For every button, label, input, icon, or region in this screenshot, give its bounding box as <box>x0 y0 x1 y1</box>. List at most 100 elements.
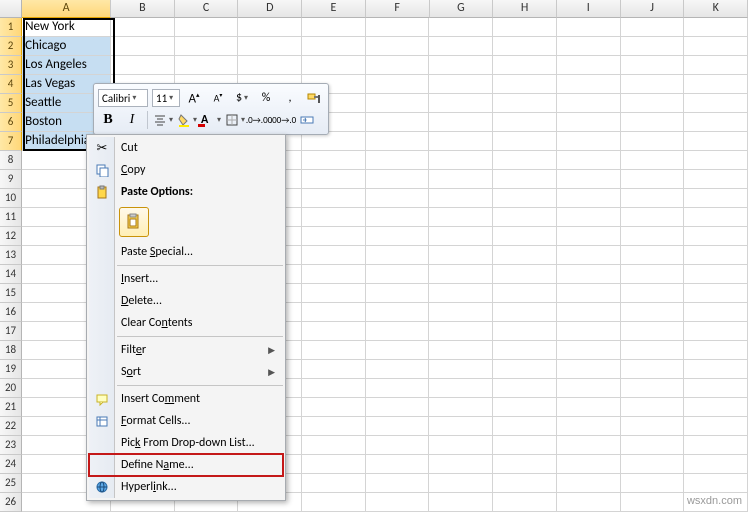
cell[interactable] <box>429 113 493 132</box>
cell[interactable] <box>621 227 685 246</box>
cell[interactable] <box>684 37 748 56</box>
cell[interactable] <box>493 455 557 474</box>
cell[interactable] <box>429 208 493 227</box>
cell[interactable] <box>429 170 493 189</box>
cell[interactable] <box>493 189 557 208</box>
cell[interactable] <box>621 455 685 474</box>
comma-button[interactable]: , <box>280 88 300 108</box>
menu-hyperlink[interactable]: Hyperlink... <box>89 476 283 498</box>
cell[interactable] <box>302 246 366 265</box>
cell[interactable] <box>366 37 430 56</box>
menu-pick-from-list[interactable]: Pick From Drop-down List... <box>89 432 283 454</box>
cell[interactable] <box>557 284 621 303</box>
cell[interactable] <box>493 493 557 512</box>
cell[interactable] <box>557 398 621 417</box>
cell[interactable] <box>621 246 685 265</box>
cell[interactable] <box>366 417 430 436</box>
cell[interactable] <box>557 132 621 151</box>
cell[interactable] <box>429 322 493 341</box>
cell[interactable] <box>621 322 685 341</box>
cell[interactable] <box>366 246 430 265</box>
cell[interactable] <box>429 360 493 379</box>
select-all-corner[interactable] <box>0 0 22 18</box>
fill-color-button[interactable]: ▾ <box>177 110 197 130</box>
cell[interactable] <box>684 170 748 189</box>
menu-define-name[interactable]: Define Name... <box>89 454 283 476</box>
row-header[interactable]: 1 <box>0 18 22 37</box>
cell[interactable] <box>302 37 366 56</box>
row-header[interactable]: 10 <box>0 189 22 208</box>
cell[interactable] <box>429 417 493 436</box>
row-header[interactable]: 11 <box>0 208 22 227</box>
cell[interactable] <box>302 436 366 455</box>
cell[interactable] <box>621 284 685 303</box>
row-header[interactable]: 18 <box>0 341 22 360</box>
cell[interactable] <box>429 151 493 170</box>
cell[interactable] <box>429 94 493 113</box>
cell[interactable] <box>621 360 685 379</box>
cell[interactable] <box>302 341 366 360</box>
cell[interactable] <box>557 75 621 94</box>
cell[interactable] <box>238 37 302 56</box>
row-header[interactable]: 3 <box>0 56 22 75</box>
row-header[interactable]: 12 <box>0 227 22 246</box>
cell[interactable] <box>238 18 302 37</box>
cell[interactable] <box>429 265 493 284</box>
cell[interactable] <box>621 474 685 493</box>
cell[interactable] <box>557 56 621 75</box>
cell[interactable] <box>429 341 493 360</box>
cell[interactable] <box>429 56 493 75</box>
row-header[interactable]: 8 <box>0 151 22 170</box>
cell[interactable] <box>302 189 366 208</box>
cell[interactable] <box>366 113 430 132</box>
cell[interactable]: Chicago <box>22 37 111 56</box>
cell[interactable] <box>238 56 302 75</box>
cell[interactable] <box>684 113 748 132</box>
cell[interactable] <box>111 56 175 75</box>
cell[interactable] <box>429 284 493 303</box>
cell[interactable] <box>557 360 621 379</box>
menu-copy[interactable]: CCopyopy <box>89 159 283 181</box>
cell[interactable] <box>493 246 557 265</box>
cell[interactable] <box>493 360 557 379</box>
cell[interactable] <box>366 132 430 151</box>
cell[interactable] <box>684 417 748 436</box>
cell[interactable] <box>302 265 366 284</box>
cell[interactable] <box>557 379 621 398</box>
cell[interactable] <box>621 170 685 189</box>
cell[interactable] <box>111 37 175 56</box>
cell[interactable]: Los Angeles <box>22 56 111 75</box>
menu-format-cells[interactable]: Format Cells... <box>89 410 283 432</box>
cell[interactable] <box>493 265 557 284</box>
cell[interactable] <box>684 246 748 265</box>
cell[interactable] <box>557 151 621 170</box>
cell[interactable] <box>175 37 239 56</box>
cell[interactable] <box>684 151 748 170</box>
menu-clear-contents[interactable]: Clear Contents <box>89 312 283 334</box>
cell[interactable] <box>557 455 621 474</box>
cell[interactable] <box>557 37 621 56</box>
col-header-j[interactable]: J <box>621 0 685 18</box>
cell[interactable] <box>366 322 430 341</box>
row-header[interactable]: 4 <box>0 75 22 94</box>
cell[interactable] <box>684 94 748 113</box>
col-header-k[interactable]: K <box>684 0 748 18</box>
cell[interactable] <box>429 493 493 512</box>
cell[interactable] <box>684 189 748 208</box>
cell[interactable] <box>684 436 748 455</box>
cell[interactable] <box>621 37 685 56</box>
col-header-c[interactable]: C <box>175 0 239 18</box>
row-header[interactable]: 19 <box>0 360 22 379</box>
cell[interactable] <box>684 303 748 322</box>
row-header[interactable]: 24 <box>0 455 22 474</box>
row-header[interactable]: 13 <box>0 246 22 265</box>
cell[interactable] <box>302 398 366 417</box>
cell[interactable] <box>302 56 366 75</box>
cell[interactable] <box>621 94 685 113</box>
row-header[interactable]: 5 <box>0 94 22 113</box>
cell[interactable] <box>429 436 493 455</box>
row-header[interactable]: 17 <box>0 322 22 341</box>
cell[interactable] <box>621 379 685 398</box>
cell[interactable] <box>429 474 493 493</box>
cell[interactable] <box>366 189 430 208</box>
